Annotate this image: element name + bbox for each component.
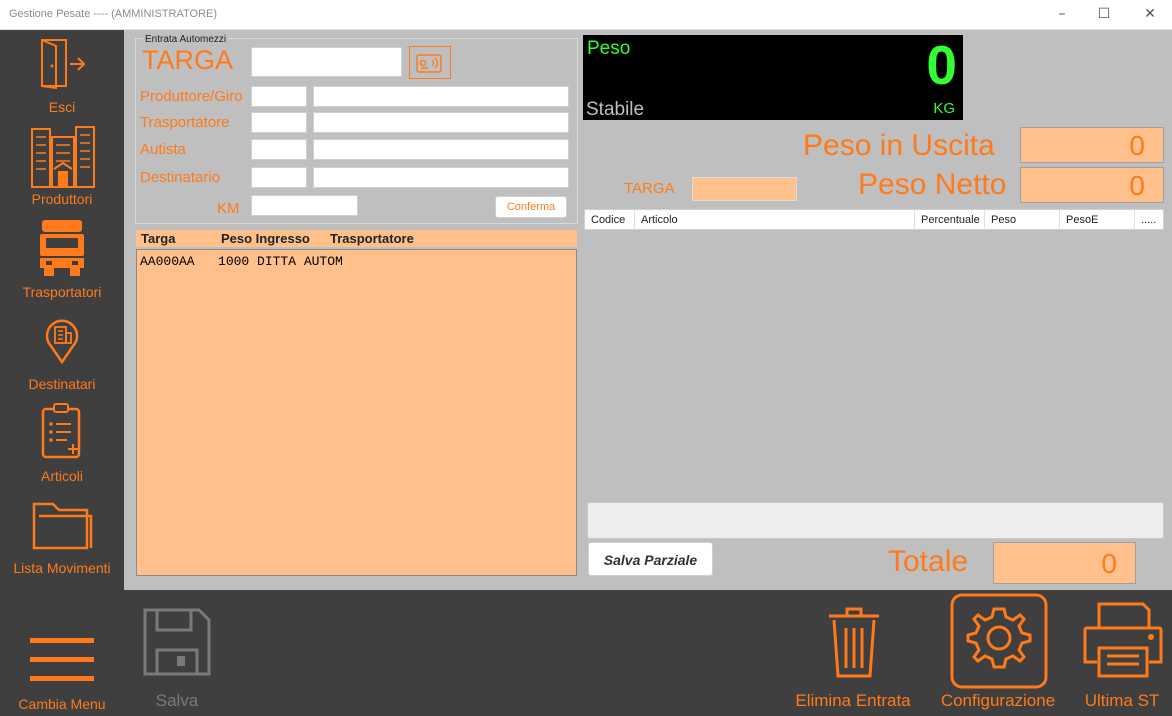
totale-value: 0 [993, 542, 1136, 584]
group-title: Entrata Automezzi [143, 34, 229, 45]
message-bar [587, 502, 1164, 539]
elimina-entrata-button[interactable]: Elimina Entrata [788, 600, 918, 714]
folder-icon [32, 502, 93, 550]
sidebar-item-produttori[interactable]: Produttori [0, 122, 124, 214]
header-targa: Targa [141, 231, 176, 246]
card-reader-button[interactable] [409, 46, 451, 79]
window-title: Gestione Pesate ---- (AMMINISTRATORE) [9, 8, 218, 20]
articles-grid-header: Codice Articolo Percentuale Peso PesoE .… [584, 209, 1164, 230]
sidebar-label-cambia-menu: Cambia Menu [18, 696, 106, 712]
gear-icon [950, 593, 1048, 689]
checklist-icon [41, 403, 81, 459]
truck-icon [40, 220, 84, 276]
trash-can-icon [829, 607, 879, 678]
targa-label: TARGA [142, 45, 234, 75]
ultima-st-button[interactable]: Ultima ST [1074, 600, 1170, 714]
printer-icon [1083, 602, 1163, 678]
exit-targa-label: TARGA [624, 180, 675, 197]
exit-targa-input[interactable] [692, 177, 797, 201]
sidebar-label-esci: Esci [48, 99, 76, 115]
salva-button[interactable]: Salva [132, 600, 222, 714]
sidebar-item-esci[interactable]: Esci [0, 30, 124, 122]
conferma-button[interactable]: Conferma [495, 196, 567, 218]
col-peso[interactable]: Peso [985, 214, 1016, 234]
rfid-card-icon [416, 54, 442, 73]
col-codice[interactable]: Codice [585, 214, 625, 234]
km-input[interactable] [251, 195, 358, 216]
configurazione-label: Configurazione [940, 691, 1056, 710]
scale-label: Peso [587, 38, 631, 59]
sidebar-label-produttori: Produttori [31, 191, 93, 207]
peso-netto-label: Peso Netto [858, 168, 1007, 201]
col-more[interactable]: ..... [1135, 214, 1156, 234]
trasportatore-code-input[interactable] [251, 112, 307, 133]
maximize-icon[interactable]: ☐ [1084, 4, 1124, 24]
km-label: KM [217, 200, 240, 217]
sidebar-item-cambia-menu[interactable]: Cambia Menu [0, 626, 124, 716]
minimize-icon[interactable]: – [1042, 4, 1082, 24]
autista-label: Autista [140, 141, 186, 158]
peso-netto-value: 0 [1020, 167, 1164, 203]
produttore-label: Produttore/Giro [140, 88, 243, 105]
scale-status: Stabile [586, 99, 645, 120]
sidebar-item-destinatari[interactable]: Destinatari [0, 306, 124, 398]
sidebar: Esci Produttori Trasportatori Destinatar… [0, 30, 124, 716]
totale-label: Totale [888, 545, 969, 578]
bottom-toolbar: Salva Elimina Entrata Configurazione Ult… [124, 590, 1172, 716]
destinatario-code-input[interactable] [251, 167, 307, 188]
destinatario-label: Destinatario [140, 169, 221, 186]
peso-uscita-value: 0 [1020, 127, 1164, 163]
sidebar-label-articoli: Articoli [40, 468, 83, 484]
col-articolo[interactable]: Articolo [635, 214, 678, 234]
col-percentuale[interactable]: Percentuale [915, 214, 980, 234]
close-icon[interactable]: ✕ [1130, 4, 1170, 24]
autista-name-input[interactable] [313, 139, 569, 160]
hamburger-menu-icon [30, 638, 94, 681]
produttore-name-input[interactable] [313, 86, 569, 107]
entries-list[interactable]: AA000AA 1000 DITTA AUTOM [136, 249, 577, 576]
salva-parziale-button[interactable]: Salva Parziale [588, 542, 713, 576]
building-icon [31, 126, 95, 188]
sidebar-item-trasportatori[interactable]: Trasportatori [0, 214, 124, 306]
col-pesoe[interactable]: PesoE [1060, 214, 1136, 234]
title-bar: Gestione Pesate ---- (AMMINISTRATORE) – … [0, 0, 1172, 30]
configurazione-button[interactable]: Configurazione [930, 593, 1066, 714]
targa-input[interactable] [251, 47, 402, 77]
sidebar-item-lista-movimenti[interactable]: Lista Movimenti [0, 490, 124, 582]
trasportatore-name-input[interactable] [313, 112, 569, 133]
sidebar-item-articoli[interactable]: Articoli [0, 398, 124, 490]
produttore-code-input[interactable] [251, 86, 307, 107]
floppy-disk-icon [143, 608, 211, 676]
entries-list-header: Targa Peso Ingresso Trasportatore [136, 230, 577, 247]
exit-door-icon [41, 39, 86, 90]
salva-label: Salva [155, 691, 199, 710]
header-trasportatore: Trasportatore [330, 231, 414, 246]
sidebar-label-trasportatori: Trasportatori [22, 284, 102, 300]
sidebar-label-destinatari: Destinatari [28, 376, 96, 392]
scale-display: Peso 0 Stabile KG [583, 34, 963, 120]
elimina-label: Elimina Entrata [795, 691, 911, 710]
scale-value: 0 [926, 34, 957, 96]
destinatario-name-input[interactable] [313, 167, 569, 188]
scale-unit: KG [933, 100, 955, 117]
location-pin-icon [45, 319, 79, 364]
list-item[interactable]: AA000AA 1000 DITTA AUTOM [140, 254, 343, 269]
autista-code-input[interactable] [251, 139, 307, 160]
trasportatore-label: Trasportatore [140, 114, 230, 131]
ultima-st-label: Ultima ST [1084, 691, 1160, 710]
header-peso-ingresso: Peso Ingresso [221, 231, 310, 246]
sidebar-label-lista-movimenti: Lista Movimenti [13, 560, 111, 576]
peso-uscita-label: Peso in Uscita [803, 129, 995, 162]
